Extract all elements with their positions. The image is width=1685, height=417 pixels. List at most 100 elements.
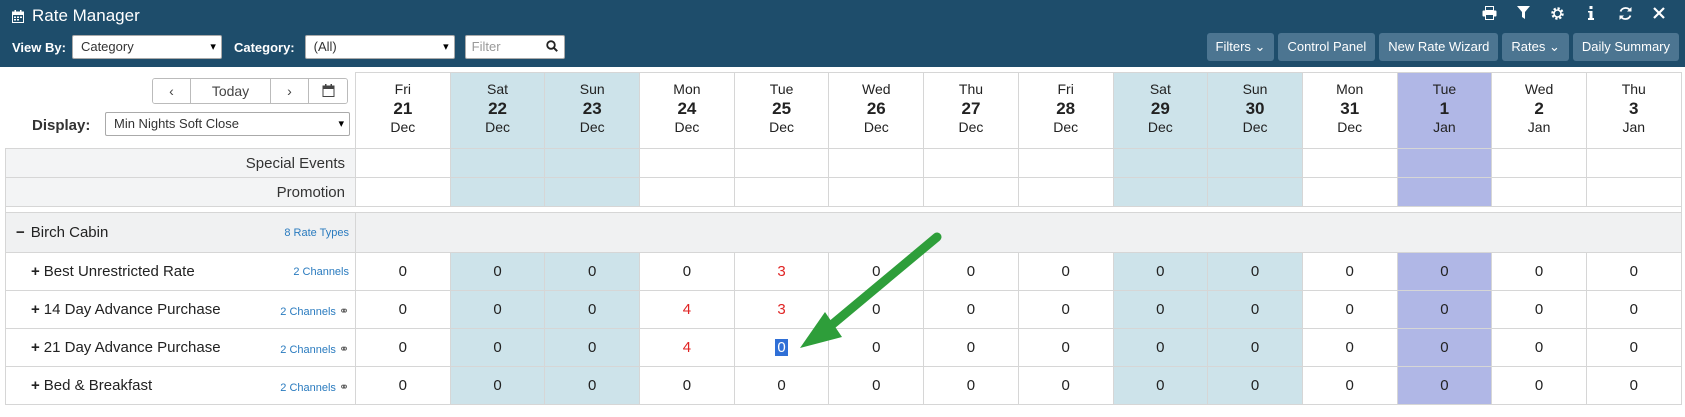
rate-label[interactable]: + Best Unrestricted Rate 2 Channels — [5, 252, 356, 291]
rate-cell[interactable]: 0 — [1112, 252, 1209, 291]
special-cell[interactable] — [1112, 177, 1209, 207]
filters-button[interactable]: Filters ⌄ — [1206, 33, 1275, 61]
special-cell[interactable] — [355, 148, 451, 178]
rate-cell[interactable]: 0 — [828, 252, 925, 291]
rate-cell[interactable]: 0 — [1585, 252, 1682, 291]
special-cell[interactable] — [1491, 148, 1587, 178]
channels-link[interactable]: 2 Channels ⚭ — [280, 380, 349, 394]
rate-cell[interactable]: 0 — [1017, 252, 1114, 291]
channels-link[interactable]: 2 Channels ⚭ — [280, 342, 349, 356]
special-cell[interactable] — [544, 177, 641, 207]
rate-cell[interactable]: 0 — [923, 290, 1019, 329]
group-header[interactable]: − Birch Cabin 8 Rate Types — [5, 212, 356, 253]
rate-cell[interactable]: 0 — [1112, 290, 1209, 329]
special-cell[interactable] — [1301, 177, 1398, 207]
rate-cell[interactable]: 0 — [449, 252, 546, 291]
rate-cell[interactable]: 3 — [733, 252, 830, 291]
special-cell[interactable] — [449, 177, 546, 207]
rate-cell[interactable]: 0 — [1017, 328, 1114, 367]
rate-cell[interactable]: 0 — [355, 290, 451, 329]
special-cell[interactable] — [1396, 148, 1493, 178]
rate-cell[interactable]: 0 — [828, 290, 925, 329]
gear-icon[interactable] — [1549, 6, 1565, 22]
special-cell[interactable] — [639, 148, 735, 178]
rate-cell[interactable]: 0 — [1491, 366, 1587, 405]
rate-cell[interactable]: 0 — [1301, 252, 1398, 291]
rate-label[interactable]: + Bed & Breakfast 2 Channels ⚭ — [5, 366, 356, 405]
rate-cell[interactable]: 0 — [923, 328, 1019, 367]
rate-cell[interactable]: 0 — [449, 366, 546, 405]
rate-cell[interactable]: 0 — [639, 252, 735, 291]
date-header[interactable]: Sat 22 Dec — [449, 72, 546, 149]
rate-cell[interactable]: 0 — [1017, 290, 1114, 329]
date-header[interactable]: Fri 21 Dec — [355, 72, 451, 149]
date-header[interactable]: Fri 28 Dec — [1017, 72, 1114, 149]
special-cell[interactable] — [1017, 177, 1114, 207]
special-cell[interactable] — [923, 148, 1019, 178]
rate-cell[interactable]: 0 — [1207, 290, 1303, 329]
next-button[interactable]: › — [271, 79, 309, 103]
rate-cell[interactable]: 0 — [733, 328, 830, 367]
rate-cell[interactable]: 0 — [544, 290, 641, 329]
date-header[interactable]: Mon 24 Dec — [639, 72, 735, 149]
rate-label[interactable]: +14 Day Advance Purchase 2 Channels ⚭ — [5, 290, 356, 329]
info-icon[interactable] — [1583, 6, 1599, 22]
expand-icon[interactable]: + — [31, 377, 40, 394]
special-cell[interactable] — [1585, 148, 1682, 178]
rate-cell[interactable]: 0 — [1301, 366, 1398, 405]
rate-label[interactable]: +21 Day Advance Purchase 2 Channels ⚭ — [5, 328, 356, 367]
expand-icon[interactable]: + — [31, 263, 40, 280]
rate-cell[interactable]: 0 — [1396, 252, 1493, 291]
control-panel-button[interactable]: Control Panel — [1278, 33, 1376, 61]
rate-cell[interactable]: 0 — [828, 366, 925, 405]
daily-summary-button[interactable]: Daily Summary — [1572, 33, 1679, 61]
rate-cell[interactable]: 0 — [828, 328, 925, 367]
rate-cell[interactable]: 0 — [544, 328, 641, 367]
rate-cell[interactable]: 0 — [639, 366, 735, 405]
expand-icon[interactable]: + — [31, 339, 40, 356]
special-cell[interactable] — [1396, 177, 1493, 207]
rate-cell[interactable]: 0 — [1585, 290, 1682, 329]
rate-cell[interactable]: 0 — [544, 252, 641, 291]
special-cell[interactable] — [449, 148, 546, 178]
prev-button[interactable]: ‹ — [153, 79, 191, 103]
date-header[interactable]: Sun 23 Dec — [544, 72, 641, 149]
channels-link[interactable]: 2 Channels ⚭ — [280, 304, 349, 318]
rate-cell[interactable]: 0 — [1207, 328, 1303, 367]
filter-icon[interactable] — [1515, 6, 1531, 22]
rate-cell[interactable]: 0 — [544, 366, 641, 405]
view-by-select[interactable]: Category — [71, 35, 222, 59]
rate-cell[interactable]: 0 — [1207, 366, 1303, 405]
date-header[interactable]: Sat 29 Dec — [1112, 72, 1209, 149]
today-button[interactable]: Today — [191, 79, 271, 103]
special-cell[interactable] — [1207, 177, 1303, 207]
rate-cell[interactable]: 0 — [1301, 290, 1398, 329]
special-cell[interactable] — [923, 177, 1019, 207]
rate-cell[interactable]: 0 — [1017, 366, 1114, 405]
date-header[interactable]: Tue 25 Dec — [733, 72, 830, 149]
rate-cell[interactable]: 0 — [1585, 328, 1682, 367]
rate-cell[interactable]: 3 — [733, 290, 830, 329]
special-cell[interactable] — [828, 148, 925, 178]
print-icon[interactable] — [1481, 6, 1497, 22]
date-header[interactable]: Thu 27 Dec — [923, 72, 1019, 149]
rate-cell[interactable]: 0 — [1207, 252, 1303, 291]
special-cell[interactable] — [828, 177, 925, 207]
rate-cell[interactable]: 0 — [923, 252, 1019, 291]
category-select[interactable]: (All) — [304, 35, 455, 59]
rate-cell[interactable]: 0 — [923, 366, 1019, 405]
close-icon[interactable] — [1651, 6, 1667, 22]
rate-cell[interactable]: 0 — [449, 328, 546, 367]
rate-cell[interactable]: 0 — [1491, 290, 1587, 329]
rate-cell[interactable]: 0 — [733, 366, 830, 405]
rate-cell[interactable]: 4 — [639, 290, 735, 329]
date-header[interactable]: Tue 1 Jan — [1396, 72, 1493, 149]
rate-cell[interactable]: 0 — [1491, 252, 1587, 291]
date-header[interactable]: Thu 3 Jan — [1585, 72, 1682, 149]
expand-icon[interactable]: + — [31, 301, 40, 318]
filter-input[interactable]: Filter — [464, 35, 565, 59]
special-cell[interactable] — [544, 148, 641, 178]
rate-types-link[interactable]: 8 Rate Types — [284, 227, 349, 239]
search-icon[interactable] — [545, 40, 558, 52]
special-cell[interactable] — [1301, 148, 1398, 178]
